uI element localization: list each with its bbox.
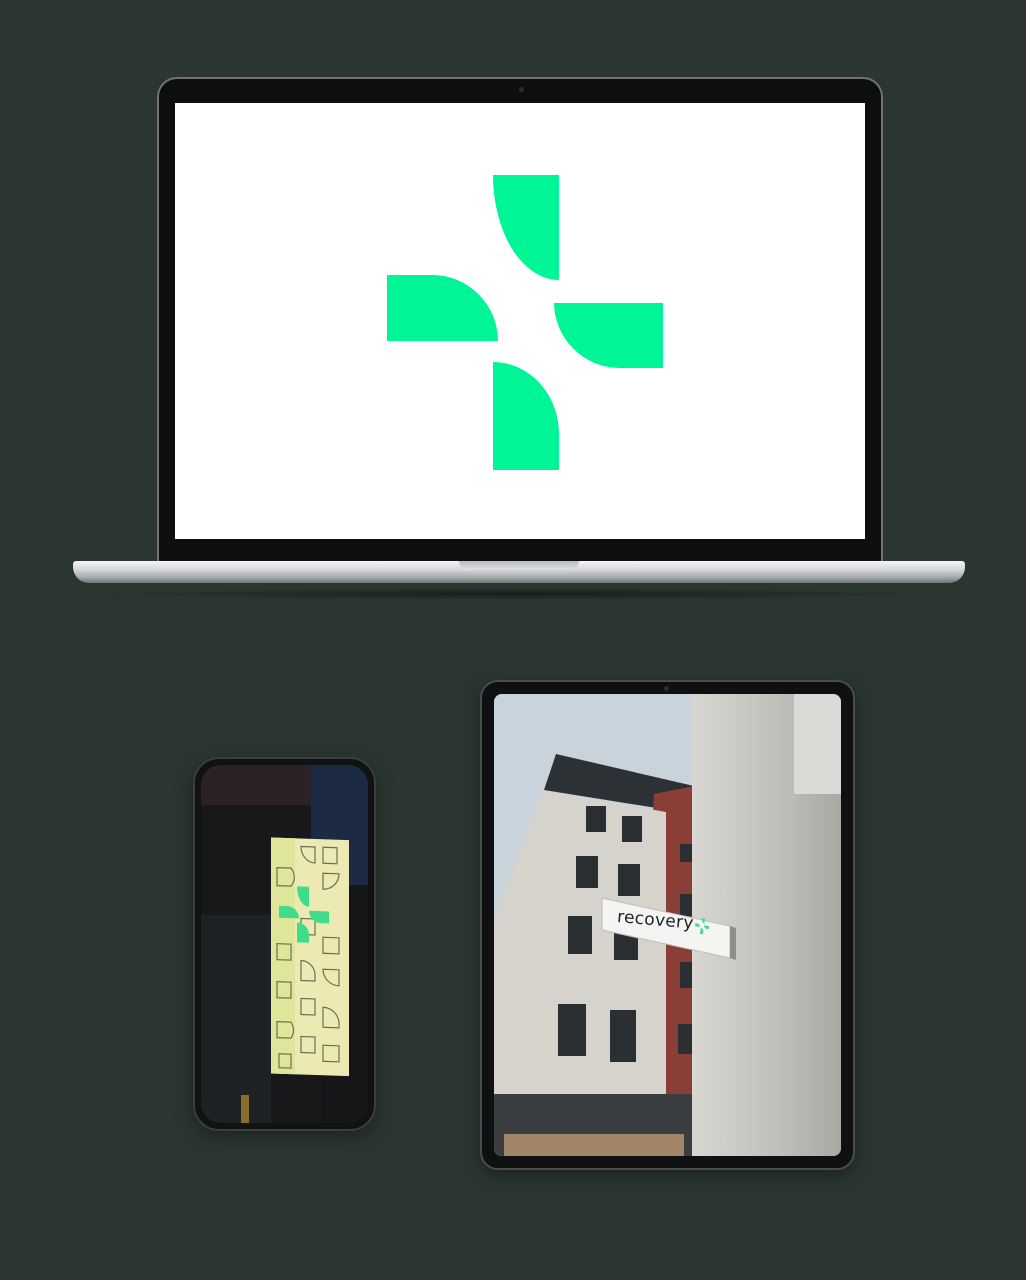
tablet-camera — [664, 686, 669, 691]
phone-screen — [201, 765, 368, 1123]
tablet: recovery — [480, 680, 855, 1170]
laptop-shadow — [85, 588, 953, 600]
laptop — [157, 77, 883, 565]
tablet-screen: recovery — [494, 694, 841, 1156]
laptop-base — [73, 561, 965, 583]
lightbox-sign-photo — [201, 765, 368, 1123]
laptop-opening-notch — [459, 561, 579, 570]
laptop-screen — [175, 103, 865, 539]
device-mockup-stage: recovery — [0, 0, 1026, 1280]
recovery-cross-logo-icon — [387, 175, 663, 470]
laptop-camera — [519, 87, 524, 92]
phone — [193, 757, 376, 1131]
